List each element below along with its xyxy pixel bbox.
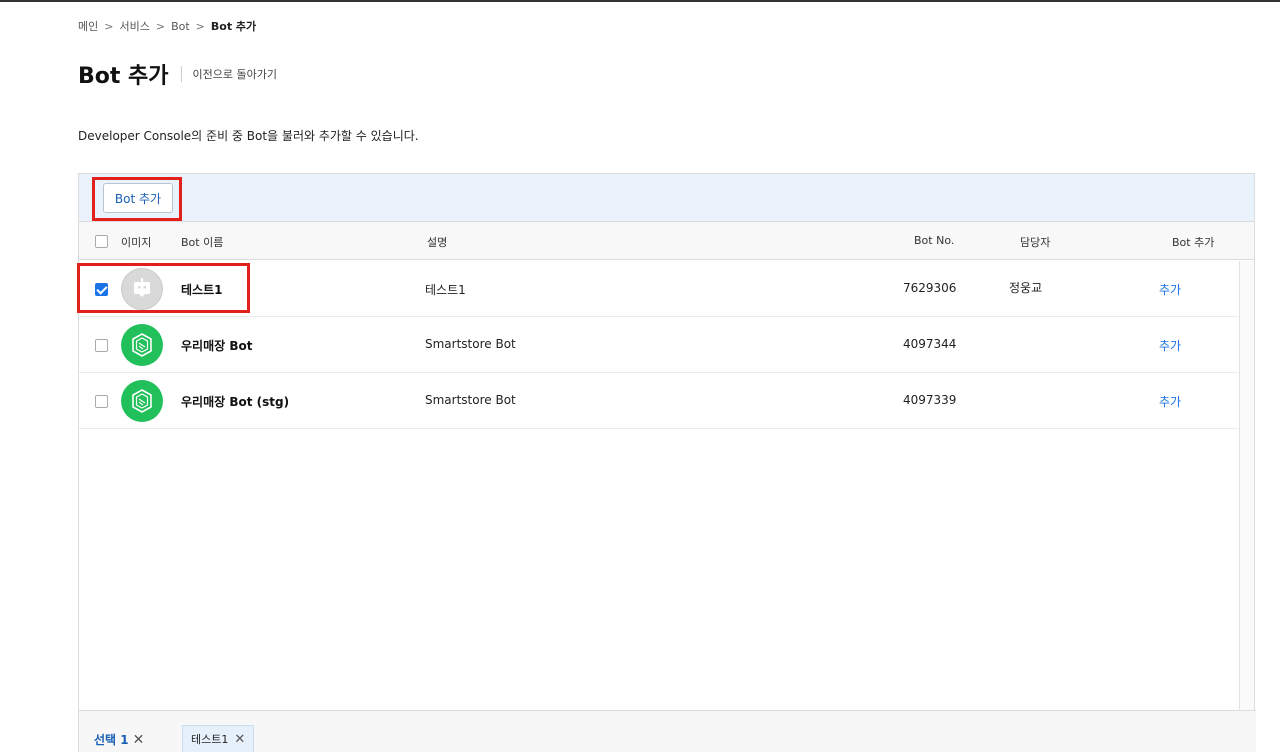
- selected-chip: 테스트1 ✕: [182, 725, 255, 752]
- column-header-name: Bot 이름: [181, 236, 224, 249]
- bot-number: 4097344: [903, 337, 957, 351]
- page-description: Developer Console의 준비 중 Bot을 불러와 추가할 수 있…: [78, 129, 419, 143]
- breadcrumb-separator: >: [155, 19, 166, 33]
- title-row: Bot 추가 이전으로 돌아가기: [78, 58, 277, 90]
- bot-number: 7629306: [903, 281, 957, 295]
- smartstore-icon: [121, 380, 163, 422]
- breadcrumb-current: Bot 추가: [210, 20, 257, 33]
- remove-chip-icon[interactable]: ✕: [234, 732, 245, 747]
- table-row[interactable]: 우리매장 Bot Smartstore Bot 4097344 추가: [79, 317, 1240, 373]
- add-bot-button[interactable]: Bot 추가: [103, 183, 173, 213]
- breadcrumb: 메인 > 서비스 > Bot > Bot 추가: [78, 18, 256, 34]
- table-scrollbar[interactable]: [1239, 261, 1254, 711]
- breadcrumb-item-main[interactable]: 메인: [78, 18, 98, 34]
- bot-name: 테스트1: [181, 283, 223, 297]
- selected-chip-label: 테스트1: [191, 733, 229, 746]
- table-row[interactable]: 테스트1 테스트1 7629306 정웅교 추가: [79, 261, 1240, 317]
- table-row[interactable]: 우리매장 Bot (stg) Smartstore Bot 4097339 추가: [79, 373, 1240, 429]
- add-bot-link[interactable]: 추가: [1159, 281, 1181, 298]
- bot-name: 우리매장 Bot: [181, 339, 253, 353]
- selection-footer: 선택 1 ✕ 테스트1 ✕: [79, 710, 1256, 752]
- breadcrumb-separator: >: [195, 19, 205, 33]
- toolbar: Bot 추가: [79, 174, 1254, 222]
- select-all-checkbox[interactable]: [95, 235, 108, 248]
- breadcrumb-separator: >: [104, 19, 114, 33]
- back-link[interactable]: 이전으로 돌아가기: [193, 66, 277, 82]
- add-bot-link[interactable]: 추가: [1159, 337, 1181, 354]
- bot-list-panel: Bot 추가 이미지 Bot 이름 설명 Bot No. 담당자 Bot 추가 …: [78, 173, 1256, 752]
- table-header: 이미지 Bot 이름 설명 Bot No. 담당자 Bot 추가: [79, 222, 1254, 260]
- title-divider: [180, 66, 182, 82]
- column-header-bot-no: Bot No.: [914, 234, 955, 247]
- clear-selection-icon[interactable]: ✕: [133, 732, 145, 748]
- smartstore-icon: [121, 324, 163, 366]
- top-border: [0, 0, 1280, 2]
- bot-description: 테스트1: [425, 283, 466, 297]
- bot-number: 4097339: [903, 393, 957, 407]
- row-checkbox[interactable]: [95, 395, 108, 408]
- table-body: 테스트1 테스트1 7629306 정웅교 추가 우리매장 Bot Smarts…: [79, 261, 1240, 429]
- column-header-owner: 담당자: [1020, 236, 1051, 249]
- column-header-description: 설명: [427, 236, 448, 249]
- page-title: Bot 추가: [78, 64, 169, 89]
- breadcrumb-item-service[interactable]: 서비스: [119, 18, 149, 34]
- selection-count: 선택 1 ✕: [94, 731, 144, 748]
- bot-description: Smartstore Bot: [425, 393, 516, 407]
- bot-name: 우리매장 Bot (stg): [181, 395, 290, 409]
- add-bot-link[interactable]: 추가: [1159, 393, 1181, 410]
- column-header-image: 이미지: [121, 236, 152, 249]
- bot-owner: 정웅교: [1009, 281, 1043, 295]
- robot-icon: [121, 268, 163, 310]
- row-checkbox[interactable]: [95, 283, 108, 296]
- bot-description: Smartstore Bot: [425, 337, 516, 351]
- selection-count-label: 선택 1: [94, 733, 129, 747]
- row-checkbox[interactable]: [95, 339, 108, 352]
- column-header-add: Bot 추가: [1172, 236, 1215, 249]
- breadcrumb-item-bot[interactable]: Bot: [171, 20, 190, 33]
